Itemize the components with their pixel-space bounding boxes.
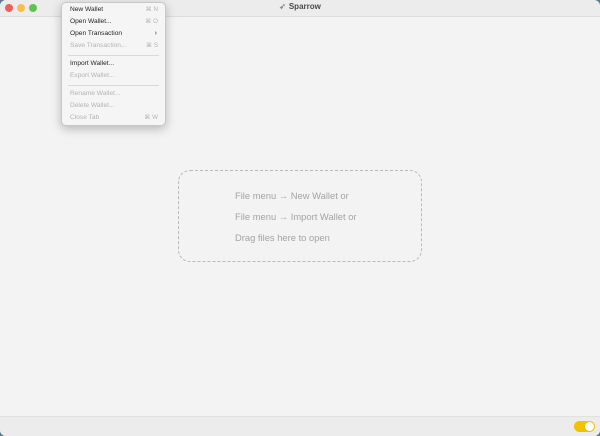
shortcut-new-wallet: ⌘ N: [145, 6, 158, 13]
menu-item-label: Export Wallet...: [70, 72, 115, 79]
drop-zone[interactable]: File menu → New Wallet or File menu → Im…: [178, 170, 422, 262]
menu-item-delete-wallet[interactable]: Delete Wallet...: [70, 101, 158, 111]
menu-item-label: Rename Wallet...: [70, 90, 121, 97]
file-menu: New Wallet ⌘ N Open Wallet... ⌘ O Open T…: [61, 2, 166, 126]
menu-item-label: New Wallet: [70, 6, 104, 13]
menu-separator: [68, 55, 159, 56]
menu-item-export-wallet[interactable]: Export Wallet...: [70, 71, 158, 81]
shortcut-close-tab: ⌘ W: [144, 114, 158, 121]
status-bar: [0, 416, 600, 436]
menu-item-label: Open Transaction: [70, 30, 123, 37]
menu-item-import-wallet[interactable]: Import Wallet...: [70, 59, 158, 69]
shortcut-save-transaction: ⌘ S: [145, 42, 158, 49]
drop-zone-line-new-wallet: File menu → New Wallet or: [235, 190, 349, 201]
drop-zone-line-drag-files: Drag files here to open: [235, 232, 330, 243]
shortcut-open-wallet: ⌘ O: [145, 18, 158, 25]
menu-item-label: Close Tab: [70, 114, 100, 121]
toggle-knob: [585, 422, 594, 431]
menu-item-new-wallet[interactable]: New Wallet ⌘ N: [70, 5, 158, 15]
menu-item-label: Save Transaction...: [70, 42, 127, 49]
menu-item-open-wallet[interactable]: Open Wallet... ⌘ O: [70, 17, 158, 27]
menu-separator: [68, 85, 159, 86]
menu-item-label: Delete Wallet...: [70, 102, 115, 109]
menu-item-label: Open Wallet...: [70, 18, 112, 25]
sparrow-logo-icon: ➶: [279, 2, 286, 11]
submenu-arrow-icon: ›: [154, 30, 157, 37]
menu-item-save-transaction[interactable]: Save Transaction... ⌘ S: [70, 41, 158, 51]
menu-item-label: Import Wallet...: [70, 60, 115, 67]
menu-item-open-transaction[interactable]: Open Transaction ›: [70, 29, 158, 39]
window-title-text: Sparrow: [288, 2, 321, 11]
theme-toggle[interactable]: [574, 421, 595, 432]
menu-item-close-tab[interactable]: Close Tab ⌘ W: [70, 113, 158, 123]
menu-item-rename-wallet[interactable]: Rename Wallet...: [70, 89, 158, 99]
drop-zone-line-import-wallet: File menu → Import Wallet or: [235, 211, 357, 222]
